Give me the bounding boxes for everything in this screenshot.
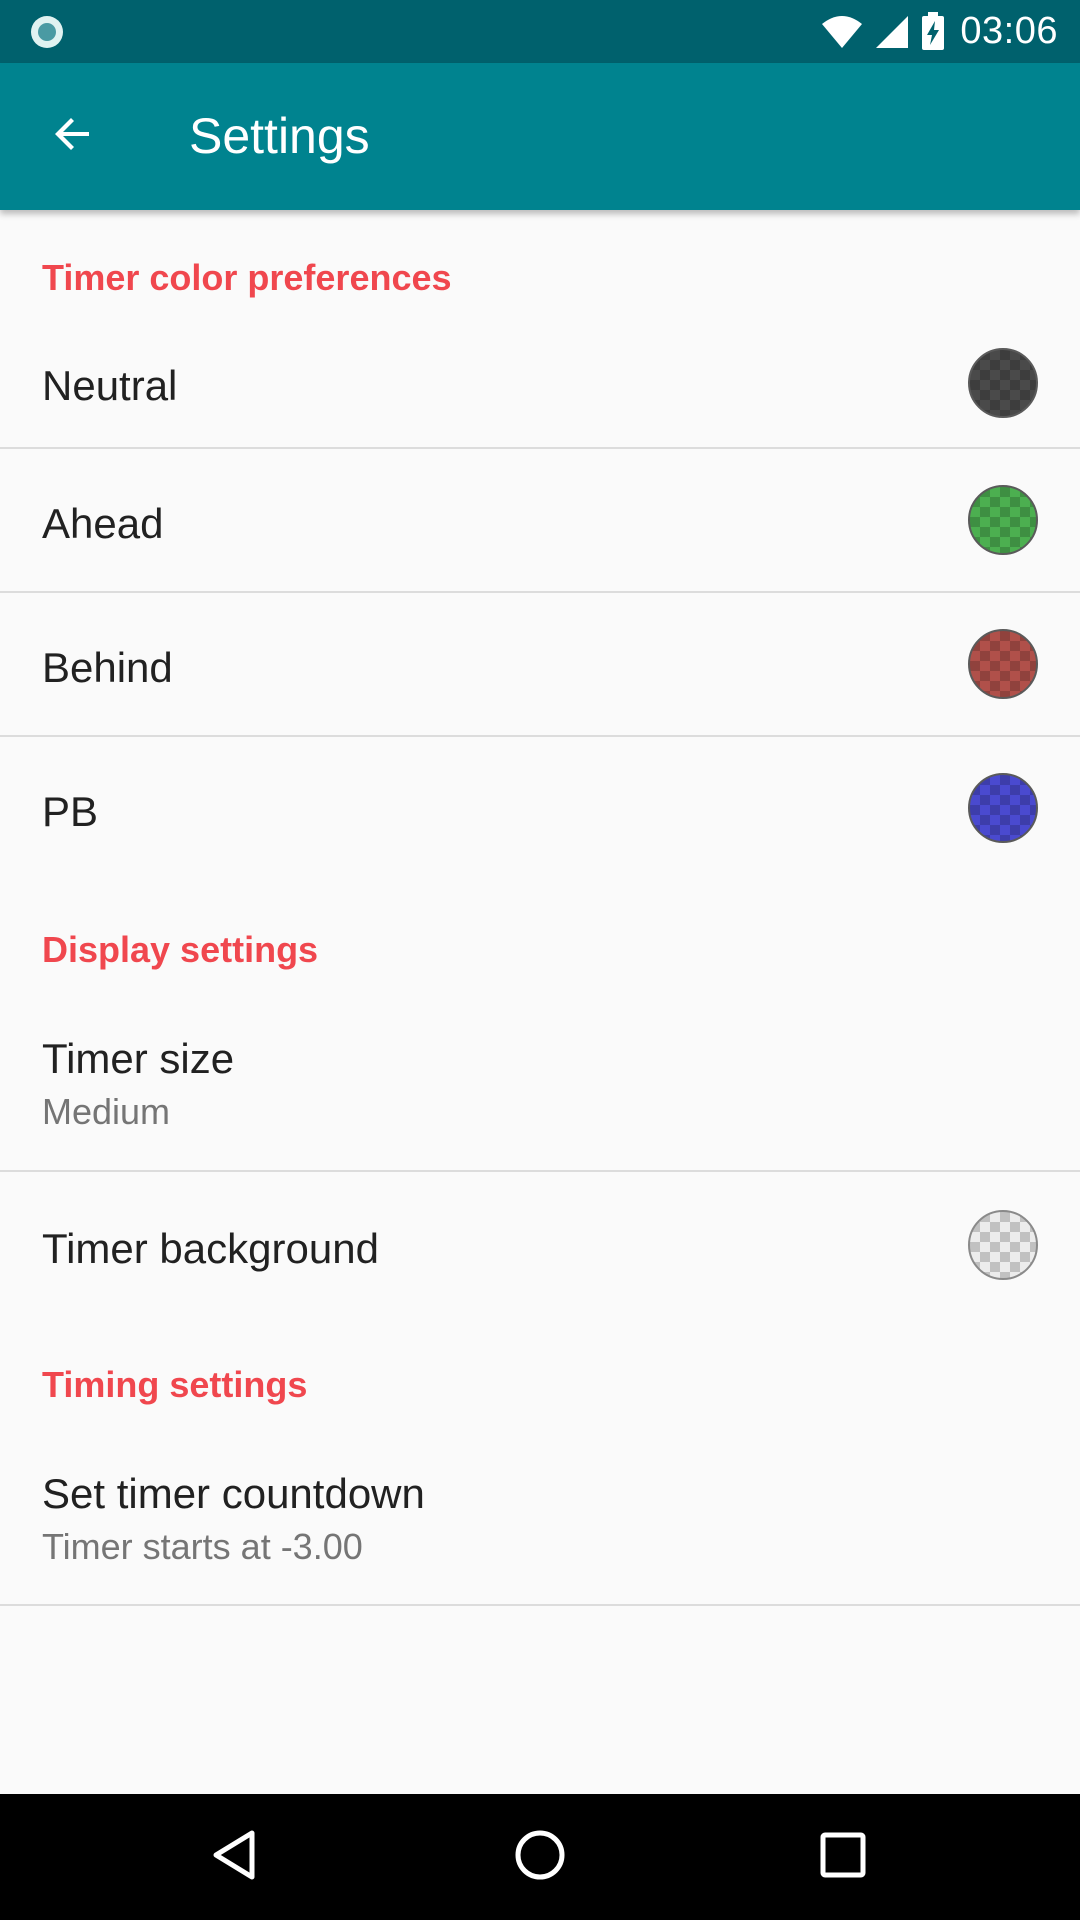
status-icons: 03:06	[810, 0, 1058, 63]
record-icon	[29, 14, 65, 50]
pref-row-neutral[interactable]: Neutral	[0, 314, 1080, 452]
pref-row-timer-background[interactable]: Timer background	[0, 1173, 1080, 1318]
home-circle-icon	[512, 1827, 568, 1888]
pref-title: Timer background	[42, 1225, 379, 1272]
nav-back-button[interactable]	[206, 1827, 266, 1887]
recents-square-icon	[815, 1827, 871, 1888]
back-button[interactable]	[40, 103, 106, 169]
nav-recents-button[interactable]	[813, 1827, 873, 1887]
pref-title: Behind	[42, 644, 173, 691]
pref-row-ahead[interactable]: Ahead	[0, 450, 1080, 594]
page-title: Settings	[189, 108, 370, 164]
section-header-timer-colors: Timer color preferences	[42, 257, 452, 298]
pref-title: Timer size	[42, 1035, 235, 1082]
app-bar: Settings	[0, 63, 1080, 210]
divider	[0, 1170, 1080, 1172]
divider	[0, 1604, 1080, 1606]
color-swatch-background	[968, 1210, 1038, 1280]
wifi-icon	[820, 14, 864, 50]
settings-screen: 03:06 Settings Timer color preferences N…	[0, 0, 1080, 1920]
divider	[0, 735, 1080, 737]
signal-icon	[874, 14, 910, 50]
battery-charging-icon	[920, 11, 946, 52]
pref-row-behind[interactable]: Behind	[0, 594, 1080, 738]
status-time: 03:06	[960, 10, 1058, 52]
pref-title: Neutral	[42, 362, 178, 409]
section-header-display: Display settings	[42, 929, 319, 970]
pref-row-countdown[interactable]: Set timer countdown Timer starts at -3.0…	[0, 1424, 1080, 1607]
color-swatch-neutral	[968, 348, 1038, 418]
color-swatch-ahead	[968, 485, 1038, 555]
color-swatch-pb	[968, 773, 1038, 843]
pref-title: Ahead	[42, 500, 164, 547]
pref-row-timer-size[interactable]: Timer size Medium	[0, 990, 1080, 1170]
status-bar: 03:06	[0, 0, 1080, 63]
back-triangle-icon	[208, 1827, 264, 1888]
pref-summary: Medium	[42, 1091, 171, 1132]
pref-row-pb[interactable]: PB	[0, 738, 1080, 882]
divider	[0, 447, 1080, 449]
section-header-timing: Timing settings	[42, 1364, 308, 1405]
pref-title: PB	[42, 788, 99, 835]
pref-summary: Timer starts at -3.00	[42, 1526, 363, 1567]
color-swatch-behind	[968, 629, 1038, 699]
arrow-back-icon	[49, 110, 97, 163]
navigation-bar	[0, 1794, 1080, 1920]
nav-home-button[interactable]	[510, 1827, 570, 1887]
divider	[0, 591, 1080, 593]
pref-title: Set timer countdown	[42, 1470, 425, 1517]
